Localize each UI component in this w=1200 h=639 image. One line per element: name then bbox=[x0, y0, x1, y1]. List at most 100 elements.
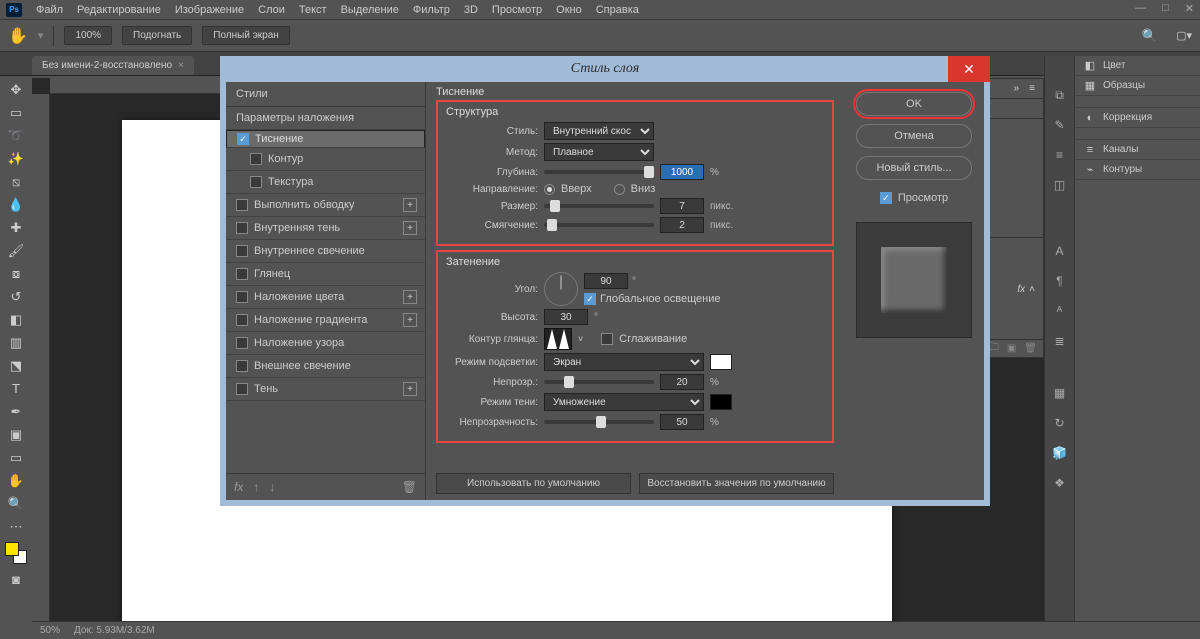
ok-button[interactable]: OK bbox=[856, 92, 972, 116]
wand-tool-icon[interactable]: ✨ bbox=[2, 147, 30, 170]
group-icon[interactable]: 🗀 bbox=[989, 340, 999, 357]
checkbox-icon[interactable] bbox=[236, 337, 248, 349]
shadow-color[interactable] bbox=[710, 394, 732, 410]
panel-icon-para[interactable]: ¶ bbox=[1051, 272, 1069, 290]
panel-icon-lib[interactable]: ▦ bbox=[1051, 384, 1069, 402]
menu-3d[interactable]: 3D bbox=[464, 4, 478, 16]
panel-icon-para2[interactable]: ≣ bbox=[1051, 332, 1069, 350]
menu-file[interactable]: Файл bbox=[36, 4, 63, 16]
style-gradient-overlay[interactable]: Наложение градиента+ bbox=[226, 309, 425, 332]
add-effect-icon[interactable]: + bbox=[403, 221, 417, 235]
highlight-color[interactable] bbox=[710, 354, 732, 370]
direction-down-radio[interactable] bbox=[614, 184, 625, 195]
shadow-opacity-slider[interactable] bbox=[544, 420, 654, 424]
shape-tool-icon[interactable]: ▭ bbox=[2, 446, 30, 469]
quickmask-icon[interactable]: ◙ bbox=[2, 568, 30, 591]
checkbox-icon[interactable] bbox=[236, 314, 248, 326]
marquee-tool-icon[interactable]: ▭ bbox=[2, 101, 30, 124]
hand-tool2-icon[interactable]: ✋ bbox=[2, 469, 30, 492]
checkbox-icon[interactable] bbox=[236, 199, 248, 211]
cancel-button[interactable]: Отмена bbox=[856, 124, 972, 148]
edit-toolbar-icon[interactable]: ⋯ bbox=[2, 515, 30, 538]
menu-edit[interactable]: Редактирование bbox=[77, 4, 161, 16]
add-effect-icon[interactable]: + bbox=[403, 290, 417, 304]
style-inner-glow[interactable]: Внутреннее свечение bbox=[226, 240, 425, 263]
search-icon[interactable]: 🔍 bbox=[1142, 28, 1158, 44]
panel-icon-3[interactable]: ≡ bbox=[1051, 146, 1069, 164]
angle-input[interactable] bbox=[584, 273, 628, 289]
style-contour[interactable]: Контур bbox=[226, 148, 425, 171]
history-brush-icon[interactable]: ↺ bbox=[2, 285, 30, 308]
shadow-mode-select[interactable]: Умножение bbox=[544, 393, 704, 411]
style-inner-shadow[interactable]: Внутренняя тень+ bbox=[226, 217, 425, 240]
pen-tool-icon[interactable]: ✒ bbox=[2, 400, 30, 423]
blending-options[interactable]: Параметры наложения bbox=[226, 107, 425, 130]
panel-adjustments[interactable]: ◐Коррекция bbox=[1075, 108, 1200, 128]
add-effect-icon[interactable]: + bbox=[403, 198, 417, 212]
panel-icon-char[interactable]: ᴬ bbox=[1051, 302, 1069, 320]
style-color-overlay[interactable]: Наложение цвета+ bbox=[226, 286, 425, 309]
checkbox-icon[interactable] bbox=[236, 360, 248, 372]
checkbox-icon[interactable] bbox=[236, 245, 248, 257]
menu-text[interactable]: Текст bbox=[299, 4, 327, 16]
highlight-mode-select[interactable]: Экран bbox=[544, 353, 704, 371]
fit-button[interactable]: Подогнать bbox=[122, 26, 192, 45]
move-tool-icon[interactable]: ✥ bbox=[2, 78, 30, 101]
style-outer-glow[interactable]: Внешнее свечение bbox=[226, 355, 425, 378]
global-light-checkbox[interactable]: ✓ bbox=[584, 293, 596, 305]
depth-input[interactable] bbox=[660, 164, 704, 180]
panel-icon-a[interactable]: A bbox=[1051, 242, 1069, 260]
heal-tool-icon[interactable]: ✚ bbox=[2, 216, 30, 239]
window-minimize-icon[interactable]: — bbox=[1135, 2, 1146, 15]
angle-dial[interactable] bbox=[544, 272, 578, 306]
checkbox-icon[interactable] bbox=[236, 383, 248, 395]
panel-icon-hist[interactable]: ↻ bbox=[1051, 414, 1069, 432]
eyedropper-tool-icon[interactable]: 💧 bbox=[2, 193, 30, 216]
highlight-opacity-input[interactable] bbox=[660, 374, 704, 390]
panel-icon-4[interactable]: ◫ bbox=[1051, 176, 1069, 194]
add-effect-icon[interactable]: + bbox=[403, 382, 417, 396]
style-select[interactable]: Внутренний скос bbox=[544, 122, 654, 140]
gradient-tool-icon[interactable]: ▥ bbox=[2, 331, 30, 354]
eraser-tool-icon[interactable]: ◧ bbox=[2, 308, 30, 331]
antialias-checkbox[interactable] bbox=[601, 333, 613, 345]
lasso-tool-icon[interactable]: ➰ bbox=[2, 124, 30, 147]
stamp-tool-icon[interactable]: ⧇ bbox=[2, 262, 30, 285]
panel-color[interactable]: ◧Цвет bbox=[1075, 56, 1200, 76]
menu-window[interactable]: Окно bbox=[556, 4, 582, 16]
window-restore-icon[interactable]: □ bbox=[1162, 2, 1169, 15]
style-stroke[interactable]: Выполнить обводку+ bbox=[226, 194, 425, 217]
shadow-opacity-input[interactable] bbox=[660, 414, 704, 430]
styles-header[interactable]: Стили bbox=[226, 82, 425, 107]
brush-tool-icon[interactable]: 🖌 bbox=[2, 239, 30, 262]
size-input[interactable] bbox=[660, 198, 704, 214]
soften-input[interactable] bbox=[660, 217, 704, 233]
style-drop-shadow[interactable]: Тень+ bbox=[226, 378, 425, 401]
style-satin[interactable]: Глянец bbox=[226, 263, 425, 286]
style-bevel[interactable]: ✓Тиснение bbox=[226, 130, 425, 148]
checkbox-icon[interactable] bbox=[236, 222, 248, 234]
new-style-button[interactable]: Новый стиль... bbox=[856, 156, 972, 180]
trash-icon[interactable]: 🗑 bbox=[1024, 343, 1037, 354]
fg-bg-colors[interactable] bbox=[5, 542, 27, 564]
menu-filter[interactable]: Фильтр bbox=[413, 4, 450, 16]
zoom-tool-icon[interactable]: 🔍 bbox=[2, 492, 30, 515]
add-effect-icon[interactable]: + bbox=[403, 313, 417, 327]
checkbox-icon[interactable] bbox=[236, 268, 248, 280]
direction-up-radio[interactable] bbox=[544, 184, 555, 195]
panel-swatches[interactable]: ▦Образцы bbox=[1075, 76, 1200, 96]
style-pattern-overlay[interactable]: Наложение узора bbox=[226, 332, 425, 355]
panel-paths[interactable]: ⌁Контуры bbox=[1075, 160, 1200, 180]
new-layer-icon[interactable]: ▣ bbox=[1007, 343, 1016, 354]
move-up-icon[interactable]: ↑ bbox=[253, 480, 259, 494]
crop-tool-icon[interactable]: ⧅ bbox=[2, 170, 30, 193]
make-default-button[interactable]: Использовать по умолчанию bbox=[436, 473, 631, 494]
zoom-level[interactable]: 100% bbox=[64, 26, 112, 45]
reset-default-button[interactable]: Восстановить значения по умолчанию bbox=[639, 473, 834, 494]
style-texture[interactable]: Текстура bbox=[226, 171, 425, 194]
size-slider[interactable] bbox=[544, 204, 654, 208]
fx-menu-icon[interactable]: fx bbox=[234, 480, 243, 494]
gloss-contour[interactable] bbox=[544, 328, 572, 350]
panel-channels[interactable]: ≡Каналы bbox=[1075, 140, 1200, 160]
checkbox-icon[interactable]: ✓ bbox=[237, 133, 249, 145]
